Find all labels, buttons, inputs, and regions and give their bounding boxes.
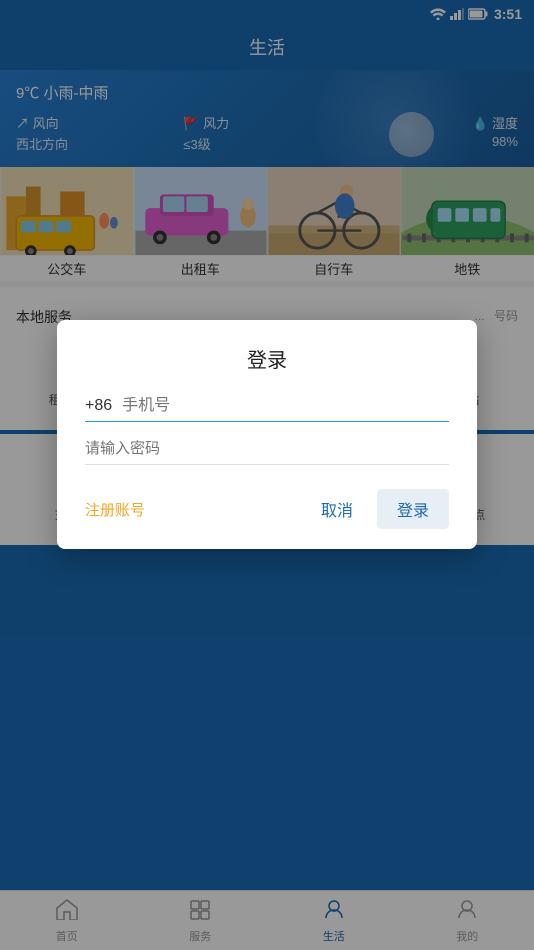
dialog-title: 登录 <box>85 344 449 373</box>
password-input[interactable] <box>85 440 449 457</box>
register-link[interactable]: 注册账号 <box>85 499 145 520</box>
login-dialog: 登录 +86 注册账号 取消 登录 <box>57 320 477 549</box>
cancel-button[interactable]: 取消 <box>305 489 369 529</box>
dialog-buttons: 取消 登录 <box>305 489 449 529</box>
password-row <box>85 440 449 465</box>
overlay: 登录 +86 注册账号 取消 登录 <box>0 0 534 950</box>
login-button[interactable]: 登录 <box>377 489 449 529</box>
country-code: +86 <box>85 397 112 415</box>
phone-row: +86 <box>85 397 449 422</box>
page-container: 3:51 生活 9℃ 小雨-中雨 ↗ 风向 西北方向 🚩 风力 ≤3级 <box>0 0 534 950</box>
dialog-actions: 注册账号 取消 登录 <box>85 489 449 529</box>
phone-input[interactable] <box>122 397 449 415</box>
